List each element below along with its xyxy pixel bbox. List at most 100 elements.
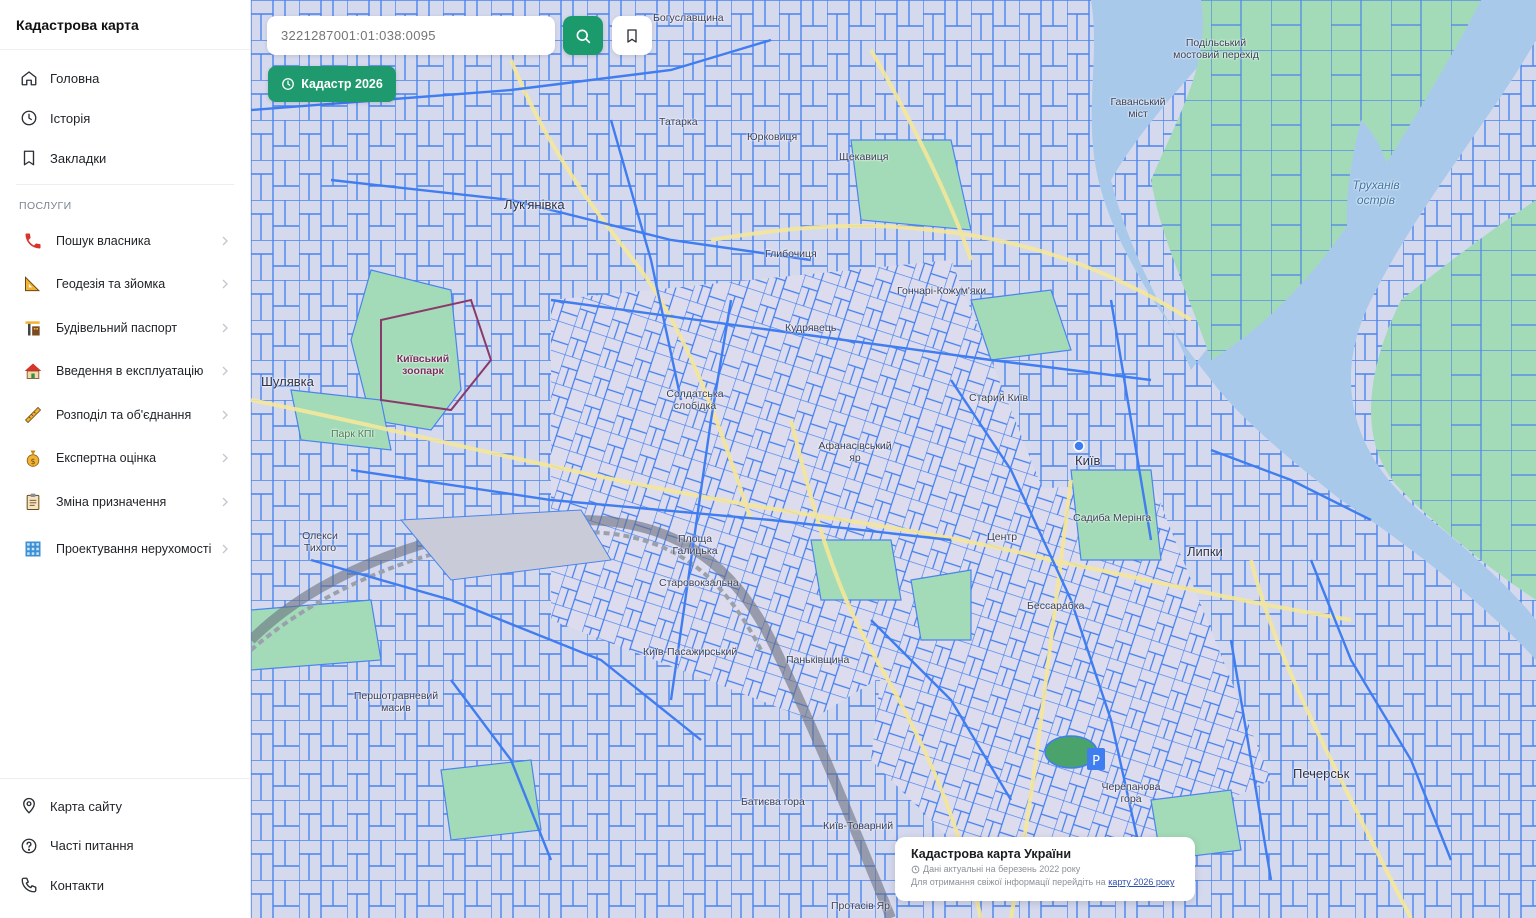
chevron-right-icon bbox=[222, 236, 228, 246]
map-label: Гаванський міст bbox=[1110, 96, 1166, 120]
kadastr-2026-label: Кадастр 2026 bbox=[301, 77, 383, 91]
nav-item-home[interactable]: Головна bbox=[0, 58, 250, 98]
map-info-card: Кадастрова карта України Дані актуальні … bbox=[895, 837, 1195, 901]
clock-icon bbox=[282, 78, 295, 90]
crane-icon bbox=[22, 317, 44, 339]
nav-item-label: Історія bbox=[50, 110, 91, 126]
map-label: Лук'янівка bbox=[504, 197, 565, 212]
clock-icon bbox=[911, 865, 920, 873]
map-label: Подільський мостовий перехід bbox=[1173, 37, 1259, 61]
map-label: Батиєва гора bbox=[741, 796, 805, 808]
map-label: Площа Галицька bbox=[672, 533, 718, 557]
bookmark-icon bbox=[23, 150, 35, 166]
search-button[interactable] bbox=[563, 16, 603, 55]
map-label: Старий Київ bbox=[969, 392, 1029, 404]
service-commissioning[interactable]: Введення в експлуатацію bbox=[0, 350, 250, 394]
nav-item-faq[interactable]: Часті питання bbox=[0, 826, 250, 866]
services-nav: Пошук власника Геодезія та зйомка Будіве… bbox=[0, 219, 250, 574]
section-label-services: ПОСЛУГИ bbox=[19, 200, 72, 212]
map-label: Київ-Товарний bbox=[823, 820, 894, 832]
kadastr-2026-link[interactable]: карту 2026 року bbox=[1108, 877, 1174, 887]
map-label: Першотравневий масив bbox=[353, 690, 439, 714]
service-split-merge[interactable]: Розподіл та об'єднання bbox=[0, 393, 250, 437]
map-label: Садиба Мерінга bbox=[1073, 512, 1152, 524]
sidebar: Кадастрова карта Головна Історія Закладк… bbox=[0, 0, 251, 918]
info-card-date-line: Дані актуальні на березень 2022 року bbox=[911, 864, 1179, 874]
service-label: Розподіл та об'єднання bbox=[56, 407, 192, 422]
clock-icon bbox=[21, 110, 37, 126]
map-label: Солдатська слобідка bbox=[666, 388, 724, 412]
phone-icon bbox=[22, 230, 44, 252]
cadastral-number-search-box bbox=[267, 16, 555, 55]
info-card-note-prefix: Для отримання свіжої інформації перейдіт… bbox=[911, 877, 1106, 887]
map-label: Паньківщина bbox=[786, 654, 850, 666]
map-label: Афанасівський яр bbox=[818, 440, 892, 464]
map-label: Юрковиця bbox=[747, 131, 798, 143]
service-purpose-change[interactable]: Зміна призначення bbox=[0, 480, 250, 524]
cadastral-search-input[interactable] bbox=[281, 28, 555, 43]
service-building-passport[interactable]: Будівельний паспорт bbox=[0, 306, 250, 350]
map-label: Шулявка bbox=[261, 374, 314, 389]
nav-item-sitemap[interactable]: Карта сайту bbox=[0, 787, 250, 827]
question-icon bbox=[21, 838, 37, 854]
service-real-estate-design[interactable]: Проектування нерухомості bbox=[0, 524, 250, 574]
primary-nav: Головна Історія Закладки bbox=[0, 50, 250, 178]
map-label: Старовокзальна bbox=[659, 577, 739, 589]
map-pin-icon bbox=[23, 798, 35, 814]
ruler-triangle-icon bbox=[22, 273, 44, 295]
map-label: Черепанова гора bbox=[1101, 781, 1161, 805]
service-label: Геодезія та зйомка bbox=[56, 277, 166, 292]
nav-item-label: Часті питання bbox=[50, 838, 134, 854]
service-label: Зміна призначення bbox=[56, 494, 167, 509]
info-card-note: Для отримання свіжої інформації перейдіт… bbox=[911, 877, 1179, 887]
map-label: Протасів Яр bbox=[831, 900, 891, 912]
home-icon bbox=[21, 71, 37, 86]
nav-item-label: Головна bbox=[50, 70, 100, 86]
info-card-title: Кадастрова карта України bbox=[911, 847, 1072, 861]
map-label: Київ bbox=[1075, 453, 1101, 468]
app-title: Кадастрова карта bbox=[0, 0, 250, 50]
map-label: Парк КПІ bbox=[331, 428, 375, 440]
money-bag-icon: $ bbox=[22, 447, 44, 469]
nav-item-label: Контакти bbox=[50, 877, 105, 893]
service-expert-valuation[interactable]: $ Експертна оцінка bbox=[0, 437, 250, 481]
bookmark-icon bbox=[627, 28, 637, 43]
map-label: Центр bbox=[987, 531, 1018, 543]
nav-item-label: Закладки bbox=[50, 150, 107, 166]
service-label: Пошук власника bbox=[56, 233, 151, 248]
svg-text:P: P bbox=[1092, 754, 1100, 769]
chevron-right-icon bbox=[222, 410, 228, 420]
map-label: Печерськ bbox=[1293, 766, 1350, 781]
map-label: Бессарабка bbox=[1027, 600, 1085, 612]
phone-outline-icon bbox=[21, 877, 37, 893]
cadastral-map[interactable]: P Богуславщина Подільський мостовий пере… bbox=[251, 0, 1536, 918]
map-label: Липки bbox=[1187, 544, 1223, 559]
nav-item-bookmarks[interactable]: Закладки bbox=[0, 138, 250, 178]
house-icon bbox=[22, 360, 44, 382]
map-label: Київський зоопарк bbox=[396, 353, 450, 377]
bookmark-button[interactable] bbox=[612, 16, 652, 55]
ruler-icon bbox=[22, 404, 44, 426]
map-label: Богуславщина bbox=[653, 12, 724, 24]
service-geodesy[interactable]: Геодезія та зйомка bbox=[0, 263, 250, 307]
service-label: Експертна оцінка bbox=[56, 451, 157, 466]
building-grid-icon bbox=[22, 538, 44, 560]
map-label: Гончарі-Кожум'яки bbox=[897, 285, 987, 297]
nav-item-contacts[interactable]: Контакти bbox=[0, 866, 250, 906]
nav-item-label: Карта сайту bbox=[50, 798, 122, 814]
service-owner-search[interactable]: Пошук власника bbox=[0, 219, 250, 263]
service-label: Будівельний паспорт bbox=[56, 320, 178, 335]
chevron-right-icon bbox=[222, 453, 228, 463]
kadastr-2026-button[interactable]: Кадастр 2026 bbox=[268, 66, 396, 102]
info-card-date: Дані актуальні на березень 2022 року bbox=[923, 864, 1081, 874]
service-label: Введення в експлуатацію bbox=[56, 364, 204, 379]
map-label: Глибочиця bbox=[765, 248, 817, 260]
footer-nav: Карта сайту Часті питання Контакти bbox=[0, 777, 250, 906]
nav-item-history[interactable]: Історія bbox=[0, 98, 250, 138]
chevron-right-icon bbox=[222, 323, 228, 333]
map-label: Щекавиця bbox=[839, 151, 889, 163]
map-label: Кудрявець bbox=[785, 322, 837, 334]
map-label: Олекси Тихого bbox=[302, 530, 338, 554]
service-label: Проектування нерухомості bbox=[56, 541, 212, 556]
chevron-right-icon bbox=[222, 544, 228, 553]
